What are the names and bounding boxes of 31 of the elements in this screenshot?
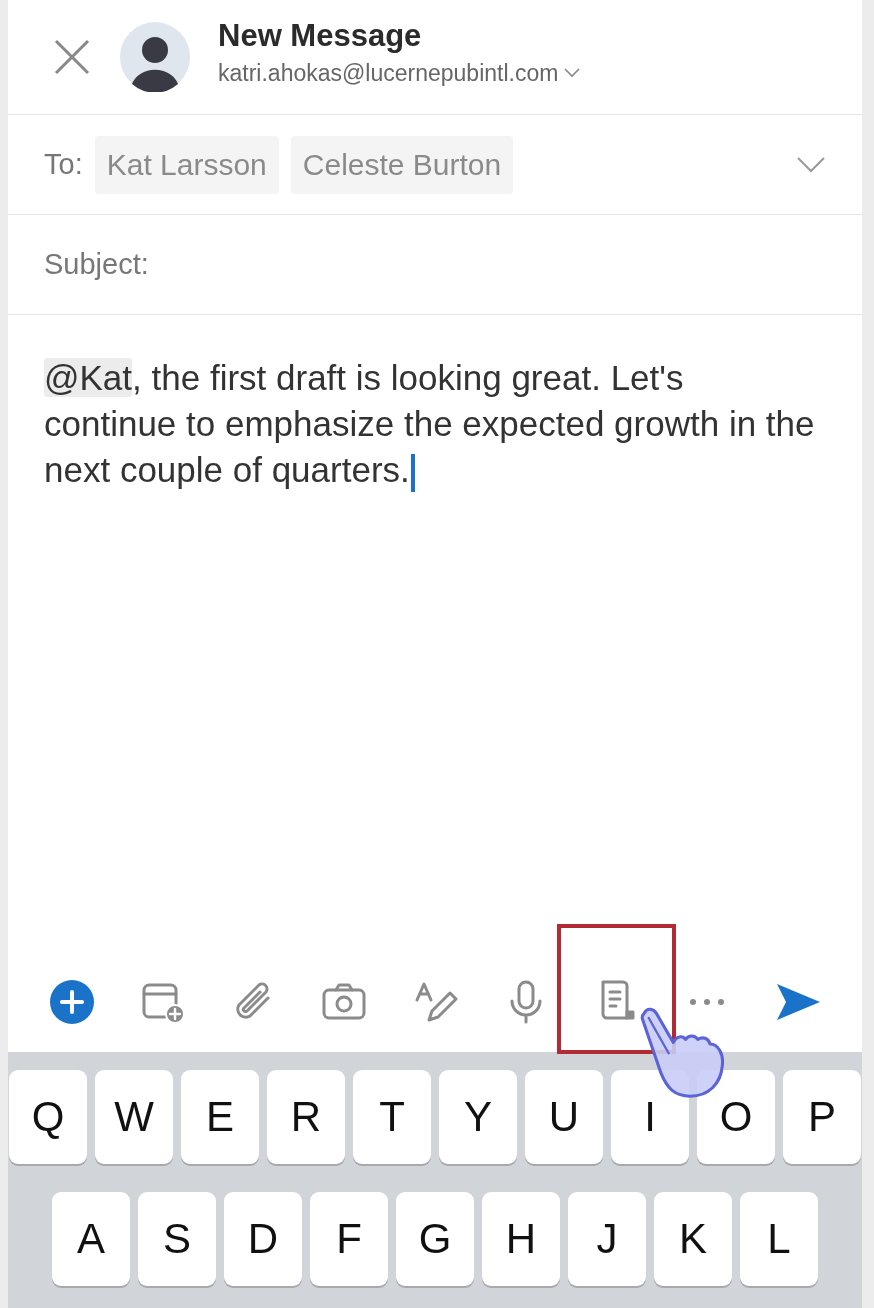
more-icon [689,998,726,1006]
keyboard-key[interactable]: I [611,1070,689,1164]
chevron-down-icon [564,68,581,78]
add-icon [48,978,96,1026]
keyboard-key[interactable]: F [310,1192,388,1286]
message-body[interactable]: @Kat, the first draft is looking great. Let's continue to emphasize the expected growth in the next couple of quarters. [44,355,818,493]
keyboard-key[interactable]: J [568,1192,646,1286]
keyboard-key[interactable]: G [396,1192,474,1286]
keyboard-key[interactable]: D [224,1192,302,1286]
keyboard-key[interactable]: H [482,1192,560,1286]
avatar-icon [120,22,190,92]
keyboard-key[interactable]: W [95,1070,173,1164]
keyboard-key[interactable]: A [52,1192,130,1286]
mention-tag[interactable]: @Kat [44,358,133,397]
text-cursor [410,453,415,492]
window-title: New Message [218,17,423,54]
to-label: To: [44,148,83,181]
chevron-down-icon[interactable] [796,155,826,174]
keyboard-key[interactable]: Y [439,1070,517,1164]
keyboard-key[interactable]: E [181,1070,259,1164]
keyboard-key[interactable]: U [525,1070,603,1164]
keyboard-key[interactable]: T [353,1070,431,1164]
account-selector[interactable]: katri.ahokas@lucernepubintl.com [218,59,581,87]
keyboard-key[interactable]: R [267,1070,345,1164]
keyboard-key[interactable]: S [138,1192,216,1286]
keyboard-key[interactable]: P [783,1070,861,1164]
keyboard-key[interactable]: K [654,1192,732,1286]
keyboard-key[interactable]: Q [9,1070,87,1164]
close-icon[interactable] [52,37,92,77]
keyboard-key[interactable]: O [697,1070,775,1164]
keyboard-key[interactable]: L [740,1192,818,1286]
